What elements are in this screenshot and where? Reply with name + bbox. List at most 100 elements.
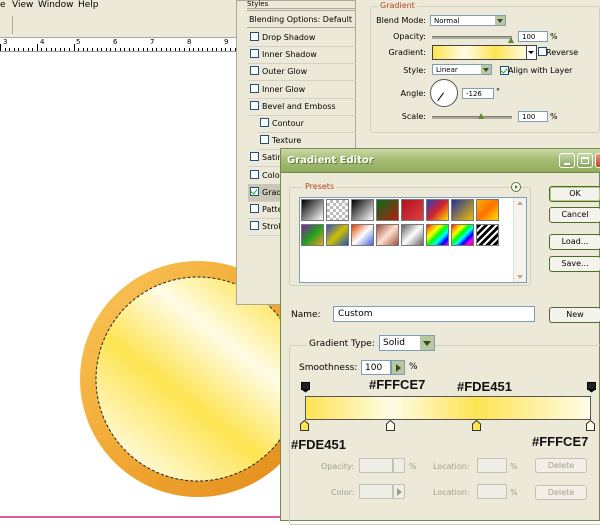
style-select[interactable]: Linear [432, 64, 492, 75]
angle-input[interactable]: -126 [462, 88, 494, 99]
preset-swatch[interactable] [451, 224, 474, 246]
stop-color-swatch[interactable] [359, 484, 393, 499]
style-item-checkbox[interactable] [250, 169, 259, 179]
style-item-4[interactable]: Inner Glow [248, 81, 356, 99]
preset-swatch[interactable] [301, 224, 324, 246]
presets-menu-button[interactable] [511, 182, 521, 192]
style-item-2[interactable]: Inner Shadow [248, 46, 356, 65]
color-stop-3[interactable] [471, 419, 481, 431]
ruler-number: 4 [40, 38, 45, 46]
ruler-tick [0, 44, 1, 51]
smoothness-percent: % [409, 362, 418, 372]
scale-slider-thumb[interactable] [478, 113, 484, 119]
style-item-checkbox[interactable] [250, 100, 259, 110]
gradient-dropdown-button[interactable] [526, 45, 537, 60]
ruler-tick [124, 48, 125, 51]
preset-swatch[interactable] [351, 224, 374, 246]
blend-mode-select[interactable]: Normal [430, 15, 506, 26]
preset-swatch[interactable] [326, 199, 349, 221]
style-item-checkbox[interactable] [250, 186, 259, 196]
menu-item-view[interactable]: View [12, 0, 33, 11]
chevron-down-icon [481, 65, 491, 74]
preset-swatch[interactable] [326, 224, 349, 246]
align-with-layer-label: Align with Layer [508, 66, 573, 75]
style-item-checkbox[interactable] [260, 135, 269, 145]
preset-swatch[interactable] [351, 199, 374, 221]
scale-input[interactable]: 100 [518, 111, 548, 122]
ruler-tick [110, 48, 111, 51]
style-item-checkbox[interactable] [250, 204, 259, 213]
ruler-tick [193, 48, 194, 51]
delete-color-stop-button[interactable]: Delete [535, 485, 587, 500]
presets-scrollbar[interactable] [513, 198, 526, 282]
preset-swatch[interactable] [476, 224, 499, 246]
load-button[interactable]: Load... [549, 234, 600, 250]
style-item-checkbox[interactable] [250, 152, 259, 162]
ruler-tick [83, 48, 84, 51]
style-item-checkbox[interactable] [250, 66, 259, 76]
opacity-stop-right[interactable] [587, 382, 596, 393]
menu-item-help[interactable]: Help [78, 0, 99, 11]
stop-opacity-input[interactable] [359, 458, 393, 473]
opacity-slider[interactable] [432, 36, 512, 39]
new-button[interactable]: New [549, 307, 600, 323]
style-item-6[interactable]: Contour [258, 115, 356, 133]
style-item-checkbox[interactable] [260, 118, 269, 127]
preset-swatch[interactable] [476, 199, 499, 221]
preset-swatch[interactable] [301, 199, 324, 221]
color-stop-1[interactable] [300, 419, 309, 431]
styles-header: Styles [247, 1, 357, 9]
style-item-3[interactable]: Outer Glow [248, 63, 356, 82]
preset-swatch[interactable] [376, 224, 399, 246]
stop-location-input-1[interactable] [477, 458, 507, 473]
dialog-titlebar[interactable]: Gradient Editor [281, 149, 600, 173]
scale-slider[interactable] [432, 116, 512, 119]
stop-location-percent-1: % [510, 462, 518, 471]
minimize-button[interactable] [559, 153, 575, 168]
smoothness-slider-button[interactable] [391, 360, 405, 375]
save-button[interactable]: Save... [549, 256, 600, 272]
preset-swatch[interactable] [451, 199, 474, 221]
menu-bar: e View Window Help [0, 0, 250, 12]
gradient-preview-swatch[interactable] [432, 45, 528, 60]
color-stop-2[interactable] [385, 419, 395, 431]
style-item-checkbox[interactable] [250, 83, 259, 93]
preset-swatch[interactable] [376, 199, 399, 221]
style-item-label: Texture [272, 136, 302, 146]
ruler-tick [32, 48, 33, 51]
opacity-label: Opacity: [393, 32, 426, 41]
opacity-slider-thumb[interactable] [508, 37, 514, 43]
preset-swatch[interactable] [401, 199, 424, 221]
preset-swatch[interactable] [426, 199, 449, 221]
delete-opacity-stop-button[interactable]: Delete [535, 458, 587, 473]
stop-location-input-2[interactable] [477, 484, 507, 499]
style-item-checkbox[interactable] [250, 221, 259, 231]
degree-symbol: ° [496, 87, 500, 96]
menu-item-edit[interactable]: e [0, 0, 6, 11]
gradient-type-select[interactable]: Solid [379, 335, 435, 351]
style-item-1[interactable]: Drop Shadow [248, 29, 356, 47]
preset-swatch[interactable] [426, 224, 449, 246]
color-stop-4[interactable] [586, 419, 595, 431]
style-item-5[interactable]: Bevel and Emboss [248, 98, 356, 116]
smoothness-input[interactable]: 100 [361, 360, 391, 375]
gradient-name-input[interactable]: Custom [333, 306, 535, 322]
reverse-label: Reverse [546, 48, 579, 57]
maximize-button[interactable] [577, 153, 593, 168]
cancel-button[interactable]: Cancel [549, 207, 600, 223]
angle-label: Angle: [400, 89, 426, 98]
gradient-type-dropdown[interactable] [420, 336, 434, 350]
menu-item-window[interactable]: Window [38, 0, 74, 11]
stop-opacity-arrow[interactable] [393, 458, 405, 473]
preset-swatch[interactable] [401, 224, 424, 246]
angle-dial[interactable] [430, 79, 458, 107]
opacity-input[interactable]: 100 [518, 31, 548, 42]
stop-color-arrow[interactable] [393, 484, 405, 499]
style-item-checkbox[interactable] [250, 49, 259, 59]
gradient-bar[interactable] [305, 396, 591, 420]
ok-button[interactable]: OK [549, 186, 600, 202]
blending-options-item[interactable]: Blending Options: Default [247, 10, 357, 28]
opacity-stop-left[interactable] [301, 382, 310, 393]
close-button[interactable] [595, 153, 600, 168]
style-item-checkbox[interactable] [250, 32, 259, 41]
